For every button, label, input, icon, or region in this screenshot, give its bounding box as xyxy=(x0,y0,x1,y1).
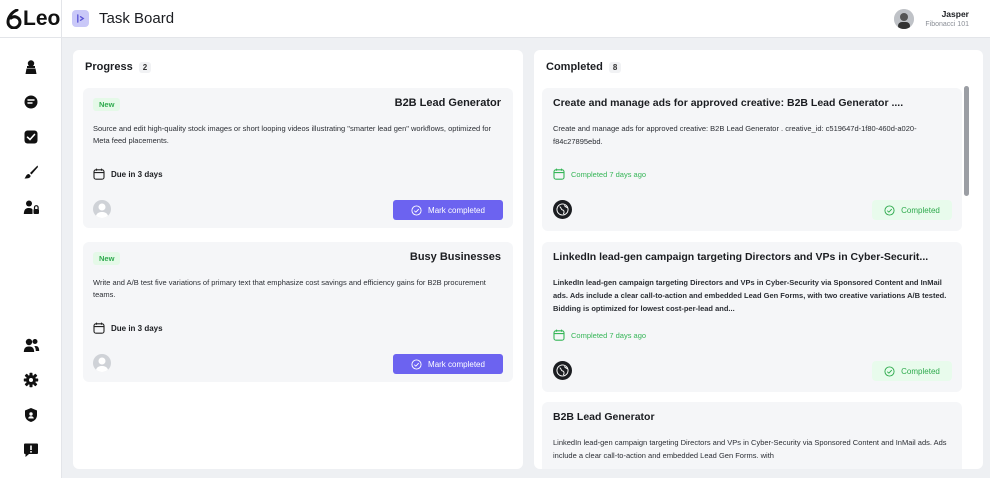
progress-title: Progress xyxy=(85,61,133,73)
due-date: Due in 3 days xyxy=(93,322,163,334)
check-circle-icon xyxy=(884,204,895,216)
completed-status-label: Completed xyxy=(901,366,940,376)
completed-header: Completed 8 xyxy=(546,61,622,73)
due-label: Due in 3 days xyxy=(111,169,163,179)
shield-icon[interactable] xyxy=(22,406,40,424)
completed-date: Completed 7 days ago xyxy=(553,168,646,180)
user-subtitle: Fibonacci 101 xyxy=(925,21,969,28)
task-description: Source and edit high-quality stock image… xyxy=(93,124,492,145)
completed-task-card[interactable]: B2B Lead Generator LinkedIn lead-gen cam… xyxy=(542,402,962,469)
task-title: Create and manage ads for approved creat… xyxy=(553,97,904,109)
assignee-avatar xyxy=(93,354,111,372)
globe-avatar-icon xyxy=(553,200,572,219)
top-bar: Leo Task Board Jasper Fibonacci 101 xyxy=(0,0,990,38)
logo-text: Leo xyxy=(23,7,61,30)
mark-completed-button[interactable]: Mark completed xyxy=(393,200,503,220)
agent-icon[interactable] xyxy=(22,58,40,76)
board-icon xyxy=(72,10,89,27)
task-title: Busy Businesses xyxy=(409,251,501,263)
sidebar xyxy=(0,38,62,478)
task-check-icon[interactable] xyxy=(22,128,40,146)
task-description: LinkedIn lead-gen campaign targeting Dir… xyxy=(553,278,947,313)
check-circle-icon xyxy=(411,204,422,216)
feedback-icon[interactable] xyxy=(22,441,40,459)
task-card[interactable]: New B2B Lead Generator Source and edit h… xyxy=(83,88,513,228)
completed-status-label: Completed xyxy=(901,205,940,215)
logo-mark-icon xyxy=(6,9,22,29)
check-circle-icon xyxy=(411,358,422,370)
task-description: Write and A/B test five variations of pr… xyxy=(93,278,486,299)
assignee-avatar xyxy=(93,200,111,218)
check-circle-icon xyxy=(884,365,895,377)
task-title: B2B Lead Generator xyxy=(553,411,655,423)
header-divider xyxy=(61,0,62,38)
globe-avatar-icon xyxy=(553,361,572,380)
due-label: Due in 3 days xyxy=(111,323,163,333)
task-title: LinkedIn lead-gen campaign targeting Dir… xyxy=(553,251,929,263)
new-tag: New xyxy=(93,252,121,265)
page-title: Task Board xyxy=(99,10,175,27)
completed-title: Completed xyxy=(546,61,603,73)
progress-count-badge: 2 xyxy=(138,61,152,73)
completed-count-badge: 8 xyxy=(608,61,622,73)
completed-column: Completed 8 Create and manage ads for ap… xyxy=(534,50,983,469)
calendar-check-icon xyxy=(553,168,565,180)
logo[interactable]: Leo xyxy=(6,6,60,32)
mark-completed-button[interactable]: Mark completed xyxy=(393,354,503,374)
mark-completed-label: Mark completed xyxy=(428,205,485,215)
new-tag: New xyxy=(93,98,121,111)
progress-header: Progress 2 xyxy=(85,61,152,73)
completed-ago-label: Completed 7 days ago xyxy=(571,330,647,340)
completed-status-badge: Completed xyxy=(872,200,952,220)
completed-scrollbar[interactable] xyxy=(964,86,969,196)
task-description: LinkedIn lead-gen campaign targeting Dir… xyxy=(553,438,947,460)
completed-task-card[interactable]: LinkedIn lead-gen campaign targeting Dir… xyxy=(542,242,962,392)
task-description: Create and manage ads for approved creat… xyxy=(553,124,917,146)
completed-status-badge: Completed xyxy=(872,361,952,381)
task-card[interactable]: New Busy Businesses Write and A/B test f… xyxy=(83,242,513,382)
chat-icon[interactable] xyxy=(22,93,40,111)
mark-completed-label: Mark completed xyxy=(428,359,485,369)
completed-date: Completed 7 days ago xyxy=(553,329,646,341)
settings-icon[interactable] xyxy=(22,371,40,389)
calendar-check-icon xyxy=(553,329,565,341)
progress-column: Progress 2 New B2B Lead Generator Source… xyxy=(73,50,523,469)
user-name[interactable]: Jasper xyxy=(889,9,969,19)
team-icon[interactable] xyxy=(22,336,40,354)
due-date: Due in 3 days xyxy=(93,168,163,180)
brush-icon[interactable] xyxy=(22,163,40,181)
completed-ago-label: Completed 7 days ago xyxy=(571,169,647,179)
task-title: B2B Lead Generator xyxy=(394,97,501,109)
calendar-icon xyxy=(93,322,105,334)
completed-task-card[interactable]: Create and manage ads for approved creat… xyxy=(542,88,962,231)
user-lock-icon[interactable] xyxy=(22,198,40,216)
calendar-icon xyxy=(93,168,105,180)
